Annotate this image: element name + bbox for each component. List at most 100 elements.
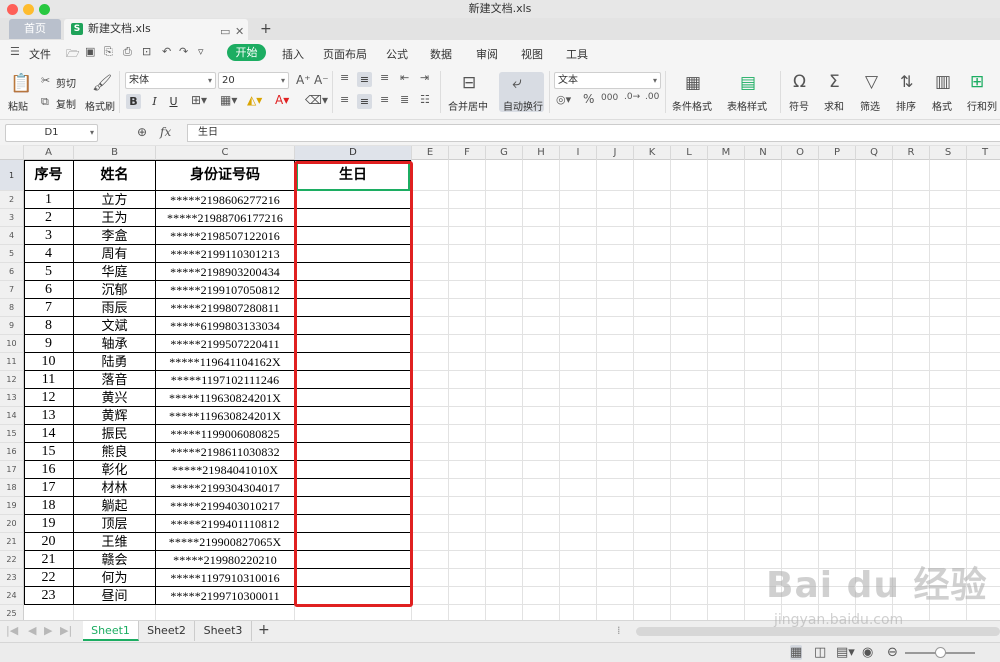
cell-serial[interactable]: 2 [24, 209, 73, 227]
column-header-d[interactable]: D [295, 145, 412, 160]
cell-name[interactable]: 王为 [74, 209, 155, 227]
last-sheet-icon[interactable]: ▶| [60, 624, 72, 637]
cell-id-number[interactable]: *****21984041010X [156, 461, 294, 479]
customize-toolbar-icon[interactable]: ▿ [198, 45, 204, 58]
spreadsheet-grid[interactable]: ABCDEFGHIJKLMNOPQRST 1 2 3 4 5 6 7 8 9 10 11 12 13 14… [0, 145, 1000, 620]
cell-name[interactable]: 立方 [74, 191, 155, 209]
cell-id-number[interactable]: *****2199401110812 [156, 515, 294, 533]
menu-tools[interactable]: 工具 [566, 46, 588, 62]
thousands-icon[interactable]: 000 [601, 93, 618, 103]
zoom-window-button[interactable] [39, 4, 50, 15]
column-header-b[interactable]: B [74, 145, 156, 160]
cell-serial[interactable]: 16 [24, 461, 73, 479]
font-size-select[interactable]: 20 ▾ [218, 72, 289, 89]
column-header-a[interactable]: A [24, 145, 74, 160]
cell-serial[interactable]: 18 [24, 497, 73, 515]
row-header-23[interactable]: 23 [0, 569, 24, 587]
cell-name[interactable]: 黄兴 [74, 389, 155, 407]
menu-page-layout[interactable]: 页面布局 [323, 46, 367, 62]
eye-protection-icon[interactable]: ◉ [862, 645, 873, 660]
border-icon[interactable]: ⊞▾ [191, 93, 207, 107]
tab-document[interactable]: S 新建文档.xls ▭ ✕ [64, 19, 248, 40]
symbol-button[interactable]: 符号 [789, 98, 809, 113]
cell-name[interactable]: 赣会 [74, 551, 155, 569]
cell-serial[interactable]: 6 [24, 281, 73, 299]
row-header-2[interactable]: 2 [0, 191, 24, 209]
column-header-h[interactable]: H [523, 145, 560, 160]
next-sheet-icon[interactable]: ▶ [44, 624, 52, 637]
rows-columns-button[interactable]: 行和列 [967, 98, 997, 113]
cell-name[interactable]: 落音 [74, 371, 155, 389]
cell-serial[interactable]: 7 [24, 299, 73, 317]
sort-button[interactable]: 排序 [896, 98, 916, 113]
column-header-q[interactable]: Q [856, 145, 893, 160]
filter-button[interactable]: 筛选 [860, 98, 880, 113]
cell-id-number[interactable]: *****2199507220411 [156, 335, 294, 353]
row-header-1[interactable]: 1 [0, 160, 24, 191]
column-header-k[interactable]: K [634, 145, 671, 160]
cell-name[interactable]: 熊良 [74, 443, 155, 461]
cell-id-number[interactable]: *****219980220210 [156, 551, 294, 569]
cell-name[interactable]: 周有 [74, 245, 155, 263]
column-header-s[interactable]: S [930, 145, 967, 160]
header-cell-a[interactable]: 序号 [24, 160, 73, 191]
paste-button[interactable]: 粘贴 [8, 98, 28, 113]
copy-icon[interactable]: ⧉ [41, 95, 49, 109]
cell-name[interactable]: 顶层 [74, 515, 155, 533]
page-break-view-icon[interactable]: ▤▾ [836, 645, 855, 660]
fill-color-icon[interactable]: ◭▾ [247, 93, 262, 107]
cell-id-number[interactable]: *****1199006080825 [156, 425, 294, 443]
row-header-21[interactable]: 21 [0, 533, 24, 551]
cell-style-icon[interactable]: ▦▾ [220, 93, 237, 107]
zoom-slider-knob[interactable] [935, 647, 946, 658]
conditional-format-button[interactable]: 条件格式 [672, 98, 712, 113]
sum-icon[interactable]: Σ [829, 72, 840, 92]
cell-serial[interactable]: 20 [24, 533, 73, 551]
conditional-format-icon[interactable]: ▦ [685, 73, 701, 93]
cell-serial[interactable]: 21 [24, 551, 73, 569]
column-header-p[interactable]: P [819, 145, 856, 160]
first-sheet-icon[interactable]: |◀ [6, 624, 18, 637]
cell-name[interactable]: 轴承 [74, 335, 155, 353]
save-icon[interactable]: ▣ [85, 45, 95, 58]
print-preview-icon[interactable]: ⊡ [142, 45, 151, 58]
cell-serial[interactable]: 9 [24, 335, 73, 353]
row-header-6[interactable]: 6 [0, 263, 24, 281]
cell-name[interactable]: 雨辰 [74, 299, 155, 317]
table-style-icon[interactable]: ▤ [740, 73, 756, 93]
cell-name[interactable]: 李盒 [74, 227, 155, 245]
format-painter-icon[interactable]: 🖌 [92, 73, 112, 92]
cell-id-number[interactable]: *****2198606277216 [156, 191, 294, 209]
cell-id-number[interactable]: *****2199110301213 [156, 245, 294, 263]
cell-name[interactable]: 陆勇 [74, 353, 155, 371]
column-header-e[interactable]: E [412, 145, 449, 160]
column-header-g[interactable]: G [486, 145, 523, 160]
align-center-icon[interactable]: ≡ [357, 94, 372, 109]
column-header-l[interactable]: L [671, 145, 708, 160]
row-header-15[interactable]: 15 [0, 425, 24, 443]
normal-view-icon[interactable]: ▦ [790, 645, 803, 660]
italic-button[interactable]: I [147, 94, 162, 109]
scissors-icon[interactable]: ✂ [41, 74, 50, 87]
format-icon[interactable]: ▥ [935, 72, 951, 92]
row-header-5[interactable]: 5 [0, 245, 24, 263]
align-middle-icon[interactable]: ≡ [357, 72, 372, 87]
hamburger-menu-icon[interactable]: ☰ [10, 45, 20, 58]
row-header-14[interactable]: 14 [0, 407, 24, 425]
paste-icon[interactable]: 📋 [10, 73, 32, 94]
window-mode-icon[interactable]: ▭ [220, 22, 230, 42]
formula-input[interactable]: 生日 [187, 124, 1000, 142]
underline-button[interactable]: U [166, 94, 181, 109]
add-sheet-button[interactable]: + [258, 622, 270, 638]
row-header-3[interactable]: 3 [0, 209, 24, 227]
align-left-icon[interactable]: ≡ [340, 93, 349, 106]
justify-icon[interactable]: ≣ [400, 93, 409, 106]
undo-icon[interactable]: ↶ [162, 45, 171, 58]
print-icon[interactable]: ⎙ [123, 45, 132, 59]
row-header-17[interactable]: 17 [0, 461, 24, 479]
column-header-o[interactable]: O [782, 145, 819, 160]
column-header-n[interactable]: N [745, 145, 782, 160]
insert-function-button[interactable]: fx [160, 125, 171, 139]
row-header-25[interactable]: 25 [0, 605, 24, 620]
sum-button[interactable]: 求和 [824, 98, 844, 113]
